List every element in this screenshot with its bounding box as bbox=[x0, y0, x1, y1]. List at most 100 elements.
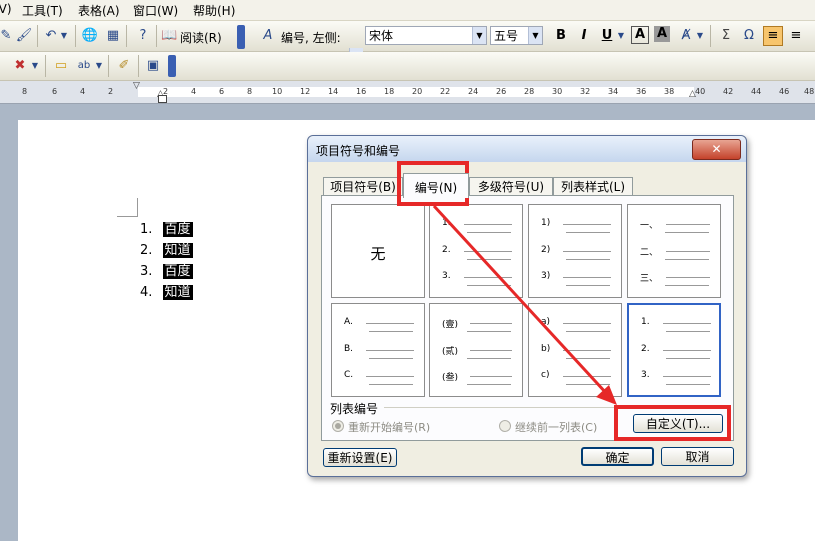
clear-format-icon[interactable]: ✖ bbox=[10, 56, 30, 76]
tab-outline-numbered[interactable]: 多级符号(U) bbox=[469, 177, 553, 196]
placeholder-line bbox=[665, 285, 709, 286]
tab-numbered[interactable]: 编号(N) bbox=[403, 173, 469, 198]
secondary-toolbar: ▼ ✖ ▼ ▭ ab ▼ ✐ ▣ bbox=[0, 52, 815, 81]
hyperlink-icon[interactable]: 🌐 bbox=[80, 26, 100, 46]
placeholder-line bbox=[566, 259, 610, 260]
folder-icon[interactable]: ▭ bbox=[51, 56, 71, 76]
left-indent-marker[interactable] bbox=[158, 95, 167, 103]
horizontal-ruler[interactable]: 8 6 4 2 2 4 6 8 10 12 14 16 18 20 22 24 … bbox=[0, 81, 815, 104]
italic-icon[interactable]: I bbox=[574, 26, 594, 46]
radio-indicator bbox=[499, 420, 511, 432]
placeholder-line bbox=[566, 285, 610, 286]
spelling-icon[interactable]: ab bbox=[74, 56, 94, 76]
dropdown-icon[interactable]: ▼ bbox=[0, 56, 2, 76]
marker-label: 3. bbox=[442, 271, 451, 281]
tab-bulleted[interactable]: 项目符号(B) bbox=[323, 177, 403, 196]
numbering-option[interactable]: 1. 2. 3. bbox=[429, 204, 523, 298]
marker-label: 1) bbox=[541, 218, 551, 228]
menu-help[interactable]: 帮助(H) bbox=[193, 2, 235, 19]
format-painter-icon[interactable]: 🖌 bbox=[14, 26, 34, 46]
continue-list-radio[interactable]: 继续前一列表(C) bbox=[499, 419, 597, 435]
annotation-highlight-box bbox=[614, 405, 731, 441]
align-distributed-icon[interactable]: ≡ bbox=[786, 26, 806, 46]
edit-icon[interactable]: ✐ bbox=[114, 56, 134, 76]
ruler-label: 12 bbox=[300, 87, 311, 96]
numbering-option[interactable]: 1) 2) 3) bbox=[528, 204, 622, 298]
list-number: 1. bbox=[140, 222, 153, 237]
dropdown-icon[interactable]: ▼ bbox=[30, 56, 40, 76]
ruler-label: 8 bbox=[22, 87, 28, 96]
font-name-combobox[interactable]: 宋体 ▼ bbox=[365, 26, 487, 45]
restart-numbering-radio[interactable]: 重新开始编号(R) bbox=[332, 419, 430, 435]
ok-button[interactable]: 确定 bbox=[581, 447, 654, 466]
numbering-option-none[interactable]: 无 bbox=[331, 204, 425, 298]
menu-window[interactable]: 窗口(W) bbox=[133, 2, 178, 19]
toolbar-grip-handle[interactable] bbox=[168, 55, 176, 77]
list-item[interactable]: 2. 知道 bbox=[140, 239, 193, 258]
sum-icon[interactable]: Σ bbox=[716, 26, 736, 46]
character-border-icon[interactable]: A bbox=[631, 26, 649, 44]
align-justify-icon[interactable]: ≡ bbox=[763, 26, 783, 46]
symbol-icon[interactable]: Ω bbox=[739, 26, 759, 46]
radio-label: 继续前一列表(C) bbox=[515, 421, 598, 434]
character-shading-icon[interactable]: A bbox=[654, 26, 670, 42]
placeholder-line bbox=[563, 376, 611, 377]
reset-button[interactable]: 重新设置(E) bbox=[323, 448, 397, 467]
tab-list-styles[interactable]: 列表样式(L) bbox=[553, 177, 633, 196]
placeholder-line bbox=[467, 259, 511, 260]
toolbar-grip-handle[interactable] bbox=[237, 25, 245, 49]
ruler-label: 14 bbox=[328, 87, 339, 96]
chevron-down-icon: ▼ bbox=[528, 27, 542, 44]
dialog-titlebar[interactable]: 项目符号和编号 ✕ bbox=[308, 136, 746, 162]
placeholder-line bbox=[665, 232, 709, 233]
list-item[interactable]: 3. 百度 bbox=[140, 260, 193, 279]
underline-dropdown-icon[interactable]: ▼ bbox=[616, 26, 626, 46]
numbering-option[interactable]: 一、 二、 三、 bbox=[627, 204, 721, 298]
placeholder-line bbox=[563, 350, 611, 351]
styles-formatting-icon[interactable]: A bbox=[258, 26, 278, 46]
character-scaling-icon[interactable]: Ⱥ bbox=[676, 26, 696, 46]
first-line-indent-marker[interactable]: ▽ bbox=[133, 81, 140, 91]
dropdown-icon[interactable]: ▼ bbox=[94, 56, 104, 76]
menu-table[interactable]: 表格(A) bbox=[78, 2, 120, 19]
cancel-button[interactable]: 取消 bbox=[661, 447, 734, 466]
placeholder-line bbox=[566, 358, 610, 359]
ruler-label: 42 bbox=[723, 87, 734, 96]
list-item[interactable]: 1. 百度 bbox=[140, 218, 193, 237]
ruler-label: 22 bbox=[440, 87, 451, 96]
underline-icon[interactable]: U bbox=[597, 26, 617, 46]
undo-dropdown-icon[interactable]: ▼ bbox=[58, 26, 70, 46]
placeholder-line bbox=[366, 323, 414, 324]
numbering-option[interactable]: (壹) (贰) (叁) bbox=[429, 303, 523, 397]
ruler-label: 18 bbox=[384, 87, 395, 96]
ruler-label: 38 bbox=[664, 87, 675, 96]
help-icon[interactable]: ? bbox=[133, 26, 153, 46]
marker-label: 三、 bbox=[640, 274, 659, 284]
placeholder-line bbox=[666, 277, 710, 278]
ruler-label: 8 bbox=[247, 87, 253, 96]
ruler-label: 40 bbox=[695, 87, 706, 96]
marker-label: 2) bbox=[541, 245, 551, 255]
scaling-dropdown-icon[interactable]: ▼ bbox=[695, 26, 705, 46]
toolbar-separator bbox=[156, 25, 157, 47]
ruler-label: 26 bbox=[496, 87, 507, 96]
marker-label: C. bbox=[344, 370, 354, 380]
window-icon[interactable]: ▣ bbox=[143, 56, 163, 76]
close-button[interactable]: ✕ bbox=[692, 139, 741, 160]
right-indent-marker[interactable]: △ bbox=[689, 89, 696, 99]
numbering-option[interactable]: A. B. C. bbox=[331, 303, 425, 397]
placeholder-line bbox=[566, 232, 610, 233]
marker-label: b) bbox=[541, 344, 551, 354]
menu-tools[interactable]: 工具(T) bbox=[22, 2, 63, 19]
menu-view[interactable]: (V) bbox=[0, 2, 12, 16]
reading-layout-button[interactable]: 阅读(R) bbox=[180, 29, 222, 46]
numbering-option-selected[interactable]: 1. 2. 3. bbox=[627, 303, 721, 397]
list-item[interactable]: 4. 知道 bbox=[140, 281, 193, 300]
ruler-label: 48 bbox=[804, 87, 815, 96]
reading-layout-icon[interactable]: 📖 bbox=[161, 26, 177, 46]
numbering-option[interactable]: a) b) c) bbox=[528, 303, 622, 397]
placeholder-line bbox=[563, 251, 611, 252]
table-icon[interactable]: ▦ bbox=[103, 26, 123, 46]
font-size-combobox[interactable]: 五号 ▼ bbox=[490, 26, 543, 45]
bold-icon[interactable]: B bbox=[551, 26, 571, 46]
